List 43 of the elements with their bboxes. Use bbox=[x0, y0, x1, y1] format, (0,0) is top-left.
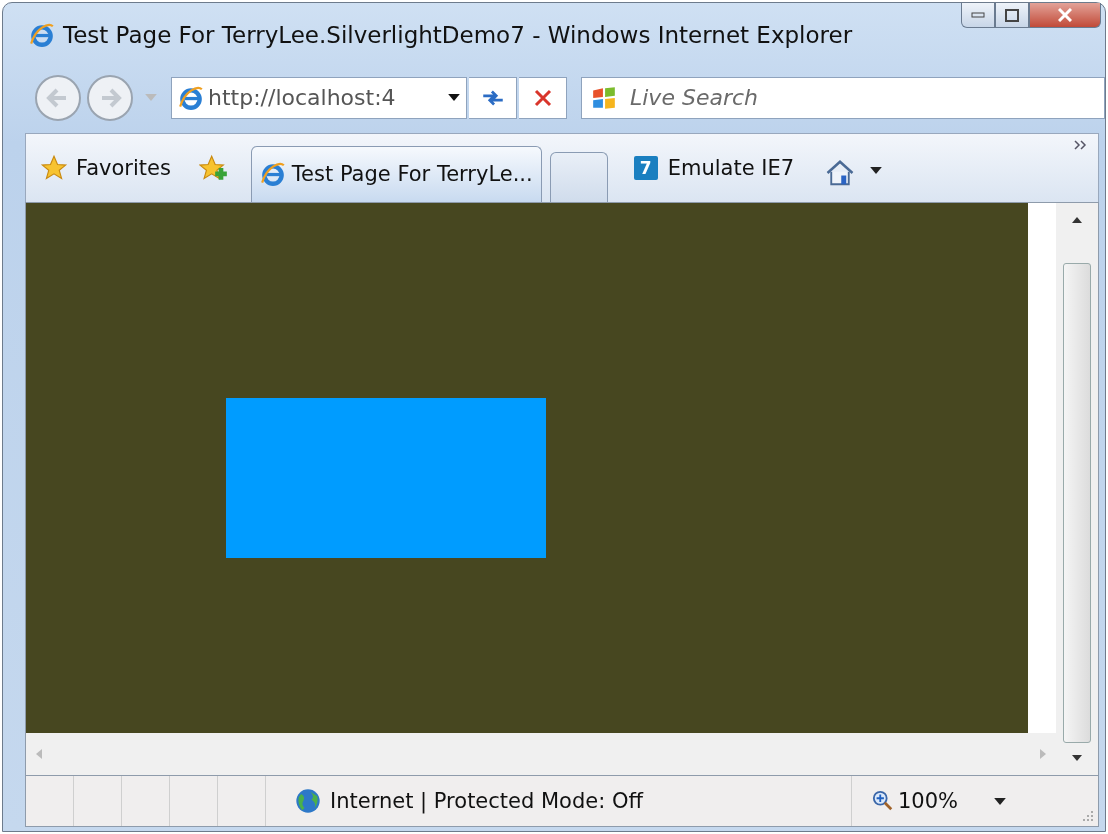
refresh-button[interactable] bbox=[469, 76, 517, 119]
windows-flag-icon bbox=[590, 84, 618, 111]
scroll-up-icon[interactable] bbox=[1072, 216, 1082, 223]
zoom-button[interactable]: 100% bbox=[872, 789, 959, 814]
address-bar[interactable]: http://localhost:4 bbox=[171, 76, 467, 119]
zoom-menu-button[interactable] bbox=[994, 797, 1007, 805]
dropdown-button[interactable] bbox=[448, 94, 460, 102]
browser-icon bbox=[259, 161, 286, 187]
address-field[interactable]: http://localhost:4 bbox=[208, 85, 418, 111]
maximize-button[interactable] bbox=[995, 3, 1029, 28]
vertical-scrollbar[interactable] bbox=[1056, 202, 1098, 776]
resize-grip-icon bbox=[1082, 810, 1094, 822]
favorites-button[interactable]: Favorites bbox=[34, 143, 177, 192]
minimize-icon bbox=[971, 12, 985, 18]
caret-icon bbox=[448, 94, 460, 102]
scroll-thumb[interactable] bbox=[1063, 262, 1091, 744]
minimize-button[interactable] bbox=[961, 3, 995, 28]
new-tab-button[interactable] bbox=[549, 151, 608, 202]
caret-icon bbox=[870, 166, 883, 174]
number-icon: 7 bbox=[633, 155, 658, 180]
window-title: Test Page For TerryLee.SilverlightDemo7 - Windows Internet Explorer bbox=[63, 21, 853, 48]
more-button[interactable] bbox=[1074, 139, 1088, 150]
caret-icon bbox=[994, 797, 1007, 805]
emulate-ie7-button[interactable]: 7 Emulate IE7 bbox=[633, 143, 795, 192]
close-icon bbox=[1058, 8, 1072, 22]
close-button[interactable] bbox=[1029, 3, 1101, 28]
page-icon bbox=[178, 84, 204, 111]
search-box[interactable]: Live Search bbox=[581, 76, 1105, 119]
star-plus-icon bbox=[198, 153, 229, 182]
zoom-icon bbox=[872, 790, 894, 813]
globe-icon bbox=[294, 787, 322, 816]
button-label: Emulate IE7 bbox=[667, 155, 795, 180]
browser-tab[interactable]: Test Page For TerryLe... bbox=[250, 145, 542, 202]
home-menu-button[interactable] bbox=[870, 166, 883, 174]
star-icon bbox=[40, 153, 68, 182]
maximize-icon bbox=[1005, 8, 1019, 22]
stop-button[interactable] bbox=[519, 76, 567, 119]
search-field[interactable]: Live Search bbox=[628, 84, 1096, 112]
security-zone-text: Internet | Protected Mode: Off bbox=[330, 789, 643, 814]
chevron-icon bbox=[1074, 139, 1088, 150]
scroll-down-icon[interactable] bbox=[1072, 755, 1082, 762]
dropdown-caret-icon bbox=[145, 94, 157, 102]
browser-icon bbox=[29, 21, 55, 48]
